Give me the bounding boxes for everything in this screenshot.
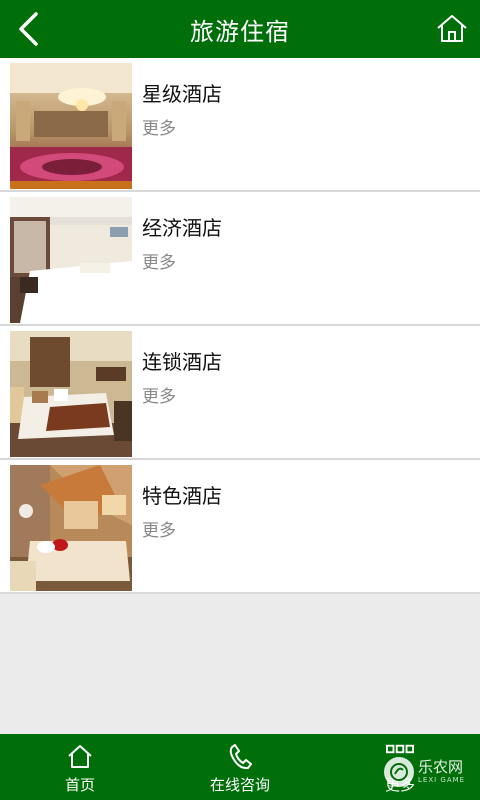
nav-label-home: 首页 (64, 776, 95, 794)
item-title: 特色酒店 (142, 484, 222, 508)
hotel-lobby-image (10, 63, 132, 189)
item-title: 连锁酒店 (142, 350, 222, 374)
hotel-category-list: 星级酒店 更多 经济酒店 更多 连锁酒店 更多 特色酒店 更多 (0, 58, 480, 594)
nav-item-home[interactable]: 首页 (0, 734, 160, 800)
home-icon (66, 742, 94, 770)
more-link[interactable]: 更多 (142, 114, 176, 139)
back-button[interactable] (8, 8, 48, 50)
phone-icon (226, 742, 254, 770)
more-link[interactable]: 更多 (142, 382, 176, 407)
watermark-text-cn: 乐农网 (418, 758, 464, 776)
home-icon (437, 15, 467, 42)
page-title: 旅游住宿 (190, 17, 290, 46)
list-item[interactable]: 经济酒店 更多 (0, 192, 480, 326)
item-title: 星级酒店 (142, 82, 222, 106)
nav-item-consult[interactable]: 在线咨询 (160, 734, 320, 800)
watermark-icon (384, 757, 414, 787)
list-item[interactable]: 星级酒店 更多 (0, 58, 480, 192)
economy-room-image (10, 197, 132, 323)
app-screen: 旅游住宿 星级酒店 更多 经济酒店 更多 连锁酒店 更多 特色酒店 更多 首页 … (0, 0, 480, 800)
themed-room-image (10, 465, 132, 591)
list-item[interactable]: 特色酒店 更多 (0, 460, 480, 594)
nav-label-consult: 在线咨询 (209, 776, 270, 794)
header-bar: 旅游住宿 (0, 0, 480, 58)
watermark-logo: 乐农网 LEXI GAME (384, 752, 470, 792)
list-item[interactable]: 连锁酒店 更多 (0, 326, 480, 460)
home-button[interactable] (434, 10, 470, 46)
watermark-text-en: LEXI GAME (418, 776, 466, 784)
more-link[interactable]: 更多 (142, 248, 176, 273)
more-link[interactable]: 更多 (142, 516, 176, 541)
chain-hotel-room-image (10, 331, 132, 457)
item-title: 经济酒店 (142, 216, 222, 240)
chevron-left-icon (19, 12, 38, 46)
